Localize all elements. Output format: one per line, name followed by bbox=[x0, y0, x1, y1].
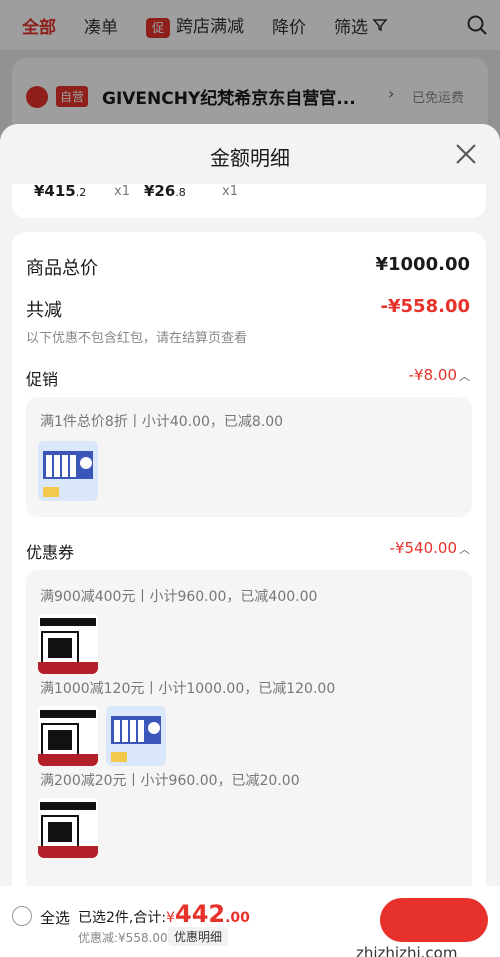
product-qty: x1 bbox=[222, 184, 238, 199]
sheet-header: 金额明细 bbox=[0, 124, 500, 184]
total-label: 商品总价 bbox=[26, 258, 98, 279]
product-strip: ¥415.2 x1 ¥26.8 x1 bbox=[12, 178, 486, 218]
discount-text: 优惠减:¥558.00 bbox=[78, 931, 168, 945]
blue-product-image bbox=[38, 441, 98, 501]
coupon-rule: 满200减20元丨小计960.00，已减20.00 bbox=[40, 773, 300, 789]
promo-group: 满1件总价8折丨小计40.00，已减8.00 bbox=[26, 397, 472, 517]
discount-detail-button[interactable]: 优惠明细 bbox=[168, 927, 229, 946]
product-thumbnail[interactable] bbox=[106, 706, 166, 766]
close-icon[interactable] bbox=[454, 142, 478, 166]
reduce-value: -¥558.00 bbox=[380, 296, 470, 317]
sheet-title: 金额明细 bbox=[210, 146, 290, 170]
product-price: ¥26.8 bbox=[144, 182, 186, 200]
givenchy-product-image bbox=[38, 706, 98, 766]
watermark-url: zhizhizhi.com bbox=[356, 944, 458, 957]
coupon-rule: 满900减400元丨小计960.00，已减400.00 bbox=[40, 589, 318, 605]
product-qty: x1 bbox=[114, 184, 130, 199]
product-thumbnail[interactable] bbox=[38, 706, 98, 766]
promo-value[interactable]: -¥8.00 ︿ bbox=[409, 366, 470, 384]
radio-icon[interactable] bbox=[12, 906, 32, 926]
coupon-label: 优惠券 bbox=[26, 543, 75, 562]
chevron-up-icon: ︿ bbox=[459, 370, 470, 383]
total-value: ¥1000.00 bbox=[375, 254, 470, 275]
product-thumbnail[interactable] bbox=[38, 798, 98, 858]
product-price: ¥415.2 bbox=[34, 182, 87, 200]
promo-label: 促销 bbox=[26, 370, 59, 389]
amount-detail-sheet: 金额明细 ¥415.2 x1 ¥26.8 x1 商品总价 ¥1000.00 共减… bbox=[0, 124, 500, 957]
product-thumbnail[interactable] bbox=[38, 614, 98, 674]
reduce-label: 共减 bbox=[26, 300, 62, 321]
coupon-value[interactable]: -¥540.00 ︿ bbox=[390, 539, 470, 557]
givenchy-product-image bbox=[38, 614, 98, 674]
chevron-up-icon: ︿ bbox=[459, 543, 470, 556]
detail-card: 商品总价 ¥1000.00 共减 -¥558.00 以下优惠不包含红包，请在结算… bbox=[12, 232, 486, 957]
promo-rule: 满1件总价8折丨小计40.00，已减8.00 bbox=[40, 414, 284, 430]
checkout-bar: 全选 已选2件,合计:¥442.00 优惠减:¥558.00 优惠明细 值值值 … bbox=[0, 886, 500, 957]
coupon-rule: 满1000减120元丨小计1000.00，已减120.00 bbox=[40, 681, 336, 697]
select-all-label[interactable]: 全选 bbox=[40, 907, 70, 928]
product-thumbnail[interactable] bbox=[38, 441, 98, 501]
reduce-note: 以下优惠不包含红包，请在结算页查看 bbox=[26, 331, 248, 346]
givenchy-product-image bbox=[38, 798, 98, 858]
blue-product-image bbox=[106, 706, 166, 766]
selected-summary: 已选2件,合计:¥442.00 bbox=[78, 900, 250, 928]
